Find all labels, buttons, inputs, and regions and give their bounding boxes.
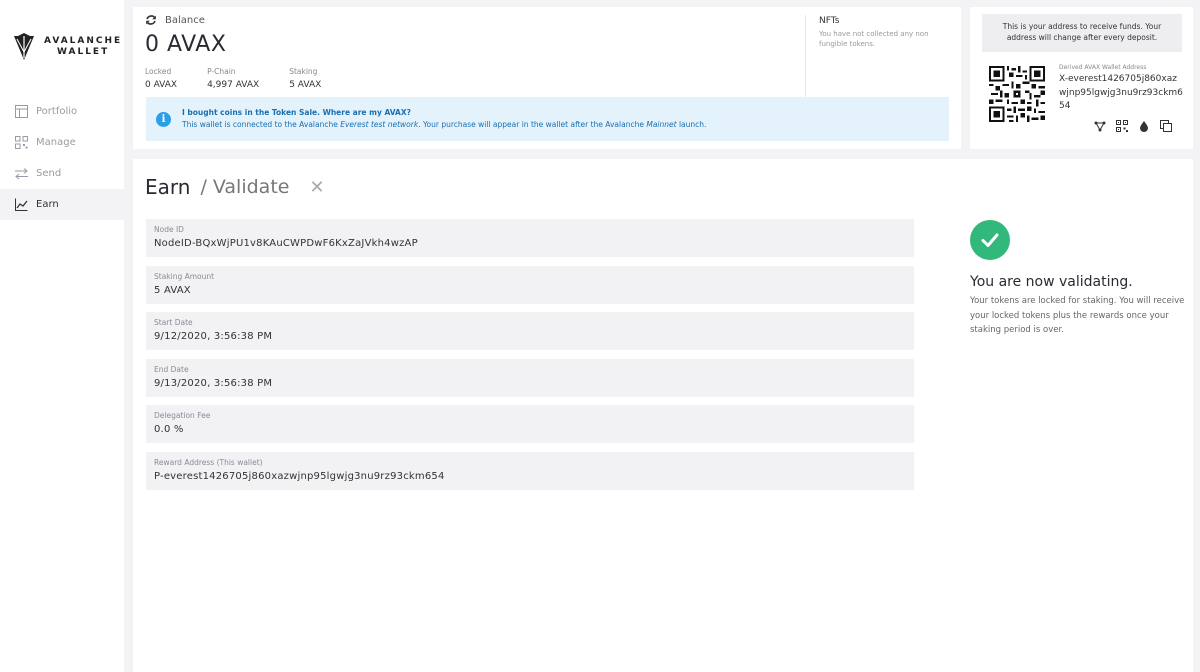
staking-amount-field: Staking Amount 5 AVAX: [146, 265, 914, 304]
banner-title[interactable]: I bought coins in the Token Sale. Where …: [182, 107, 706, 119]
nft-section: NFTs You have not collected any non fung…: [819, 16, 939, 49]
logo-line-2: WALLET: [56, 47, 110, 57]
sidebar-item-label: Earn: [36, 199, 59, 210]
field-label: Node ID: [154, 225, 184, 234]
pchain-label: P-Chain: [207, 67, 236, 76]
earn-icon: [14, 198, 28, 212]
sidebar-item-label: Portfolio: [36, 106, 78, 117]
field-value: 9/12/2020, 3:56:38 PM: [154, 331, 273, 342]
delegation-fee-field: Delegation Fee 0.0 %: [146, 405, 914, 443]
info-banner: i I bought coins in the Token Sale. Wher…: [146, 97, 949, 141]
start-date-field: Start Date 9/12/2020, 3:56:38 PM: [146, 312, 914, 350]
locked-value: 0 AVAX: [145, 80, 178, 90]
staking-label: Staking: [289, 67, 318, 76]
qr-icon[interactable]: [1116, 120, 1128, 132]
sidebar-item-earn[interactable]: Earn: [0, 189, 124, 220]
wallet-address: X-everest1426705j860xazwjnp95lgwjg3nu9rz…: [1059, 74, 1183, 111]
field-label: Reward Address (This wallet): [154, 457, 263, 467]
success-message: You are now validating. Your tokens are …: [970, 220, 1192, 338]
close-button[interactable]: ✕: [309, 177, 324, 198]
sidebar-item-send[interactable]: Send: [0, 158, 124, 189]
divider: [805, 15, 806, 99]
banner-body: This wallet is connected to the Avalanch…: [182, 120, 707, 129]
avalanche-logo-icon: [14, 33, 34, 60]
address-label: Derived AVAX Wallet Address: [1059, 64, 1147, 71]
refresh-icon[interactable]: [145, 14, 157, 26]
address-actions: [1094, 120, 1182, 132]
sidebar-nav: Portfolio Manage Send Earn: [0, 96, 124, 220]
end-date-field: End Date 9/13/2020, 3:56:38 PM: [146, 358, 914, 397]
staking-value: 5 AVAX: [289, 80, 322, 90]
address-card: This is your address to receive funds. Y…: [970, 7, 1193, 149]
sidebar-item-manage[interactable]: Manage: [0, 127, 124, 158]
pchain-value: 4,997 AVAX: [207, 80, 260, 90]
nft-title: NFTs: [819, 16, 840, 26]
check-icon: [970, 220, 1010, 260]
nft-description: You have not collected any non fungible …: [819, 30, 929, 48]
locked-label: Locked: [145, 67, 172, 76]
portfolio-icon: [14, 105, 28, 119]
staking-balance: Staking 5 AVAX: [289, 67, 321, 90]
field-label: Delegation Fee: [154, 411, 211, 420]
address-note: This is your address to receive funds. Y…: [982, 14, 1182, 52]
field-value: 5 AVAX: [154, 284, 191, 296]
locked-balance: Locked 0 AVAX: [145, 67, 177, 90]
reward-address-field: Reward Address (This wallet) P-everest14…: [146, 451, 914, 490]
earn-title: Earn: [145, 175, 191, 199]
logo[interactable]: AVALANCHE WALLET: [12, 32, 122, 62]
pchain-balance: P-Chain 4,997 AVAX: [207, 67, 259, 90]
sidebar-item-label: Manage: [36, 137, 76, 148]
page-title: Earn / Validate ✕: [145, 175, 325, 199]
logo-line-1: AVALANCHE: [44, 36, 123, 46]
send-icon: [14, 167, 28, 181]
derived-addresses-icon[interactable]: [1094, 120, 1106, 132]
validation-details: Node ID NodeID-BQxWjPU1v8KAuCWPDwF6KxZaJ…: [146, 219, 914, 498]
sidebar: AVALANCHE WALLET Portfolio Manage Send E…: [0, 0, 124, 672]
copy-icon[interactable]: [1160, 120, 1172, 132]
field-value: 9/13/2020, 3:56:38 PM: [154, 377, 273, 389]
qr-code-icon: [989, 66, 1045, 122]
sidebar-item-label: Send: [36, 168, 62, 179]
field-label: Start Date: [154, 318, 193, 327]
ledger-icon[interactable]: [1138, 120, 1150, 132]
balance-amount: 0 AVAX: [145, 32, 227, 57]
manage-icon: [14, 136, 28, 150]
field-value: P-everest1426705j860xazwjnp95lgwjg3nu9rz…: [154, 470, 445, 482]
field-value: 0.0 %: [154, 424, 184, 435]
sidebar-item-portfolio[interactable]: Portfolio: [0, 96, 124, 127]
earn-panel: Earn / Validate ✕ Node ID NodeID-BQxWjPU…: [133, 159, 1193, 672]
info-icon: i: [156, 111, 171, 127]
field-label: Staking Amount: [154, 271, 215, 281]
field-value: NodeID-BQxWjPU1v8KAuCWPDwF6KxZaJVkh4wzAP: [154, 238, 418, 249]
breadcrumb-validate: / Validate: [200, 176, 290, 198]
success-description: Your tokens are locked for staking. You …: [970, 296, 1185, 335]
success-title: You are now validating.: [970, 274, 1133, 290]
balance-card: Balance 0 AVAX Locked 0 AVAX P-Chain 4,9…: [133, 7, 961, 149]
node-id-field: Node ID NodeID-BQxWjPU1v8KAuCWPDwF6KxZaJ…: [146, 219, 914, 257]
field-label: End Date: [154, 364, 189, 374]
balance-header: Balance: [165, 14, 205, 26]
